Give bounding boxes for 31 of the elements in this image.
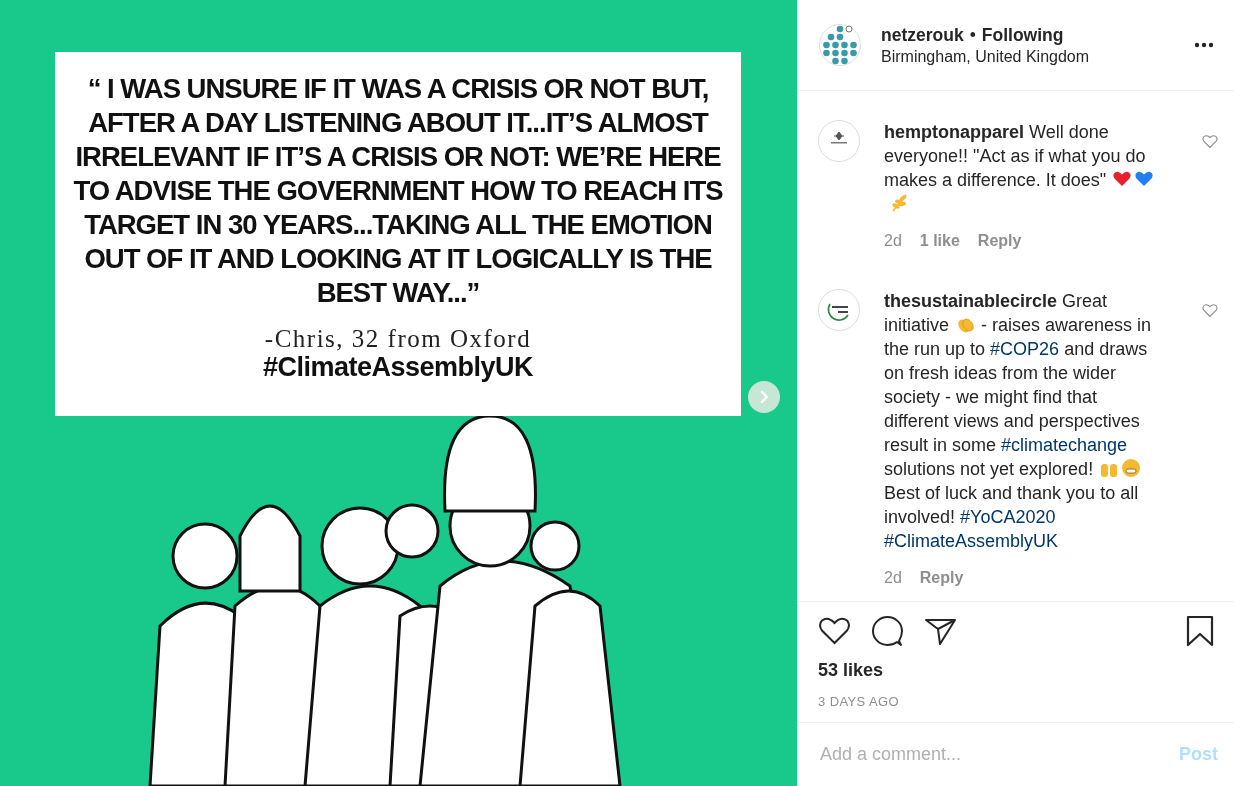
comment-time: 2d xyxy=(884,569,902,587)
comment-text: thesustainablecircle Great initiative - raises awareness in the run up to #COP26 and draws on fresh ideas from the wider society - we might find that different views and perspectives result in some #climatechange solutions not yet explored! Best of luck and thank you to all involved! #YoCA2020 #ClimateAssemblyUK xyxy=(884,290,1153,553)
speech-bubble-icon xyxy=(871,615,904,647)
bookmark-icon xyxy=(1186,615,1214,647)
heart-icon xyxy=(1202,303,1218,318)
save-button[interactable] xyxy=(1186,615,1214,647)
username-link[interactable]: thesustainablecircle xyxy=(884,291,1058,311)
hashtag-link[interactable]: #COP26 xyxy=(990,339,1060,359)
more-icon xyxy=(1194,42,1214,48)
hashtag-link[interactable]: #ClimateAssemblyUK xyxy=(884,531,1059,551)
username-link[interactable]: hemptonapparel xyxy=(884,122,1025,142)
username-link[interactable]: netzerouk xyxy=(881,24,964,46)
separator-dot: • xyxy=(969,24,976,46)
heart-icon xyxy=(818,615,851,647)
following-link[interactable]: Following xyxy=(981,24,1064,46)
hashtag-link[interactable]: #YoCA2020 xyxy=(960,507,1056,527)
comment-button[interactable] xyxy=(871,615,904,647)
comment-time: 2d xyxy=(884,232,902,250)
location-link[interactable]: Birmingham, United Kingdom xyxy=(881,47,1172,66)
avatar-icon[interactable] xyxy=(818,120,860,162)
comment-text: hemptonapparel Well done everyone!! "Act as if what you do makes a difference. It does" xyxy=(884,120,1166,216)
likes-count[interactable]: 53 likes xyxy=(818,660,1214,681)
quote-attribution: -Chris, 32 from Oxford xyxy=(264,326,532,352)
like-button[interactable] xyxy=(818,615,851,647)
hashtag-link[interactable]: #climatechange xyxy=(1001,435,1128,455)
quote-text: “ I WAS UNSURE IF IT WAS A CRISIS OR NOT BUT, AFTER A DAY LISTENING ABOUT IT...IT’S ALMOST IRRELEVANT IF IT’S A CRISIS OR NOT: WE’RE HERE TO ADVISE THE GOVERNMENT HOW TO REACH ITS TARGET IN 30 YEARS...TAKING ALL THE EMOTION OUT OF IT AND LOOKING AT IT LOGICALLY IS THE BEST WAY...” xyxy=(72,72,724,310)
hashtag-text: #ClimateAssemblyUK xyxy=(262,352,534,382)
post-date: 3 DAYS AGO xyxy=(818,694,901,711)
avatar-icon[interactable] xyxy=(818,289,860,331)
heart-icon xyxy=(1202,134,1218,149)
grinning-face-icon xyxy=(1121,458,1142,478)
